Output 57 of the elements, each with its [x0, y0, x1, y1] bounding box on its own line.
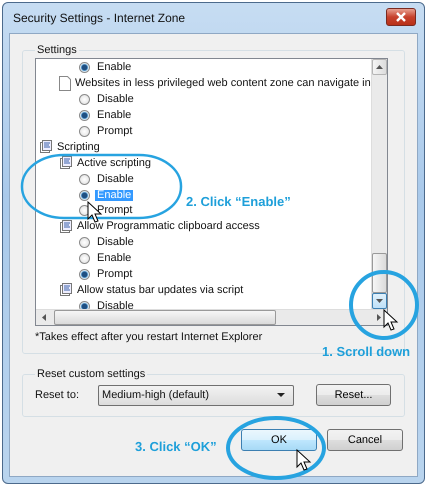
radio-button[interactable] — [79, 126, 90, 137]
scroll-down-button[interactable] — [372, 293, 387, 309]
page-icon — [59, 76, 71, 92]
reset-button[interactable]: Reset... — [316, 384, 392, 406]
radio-button[interactable] — [79, 62, 90, 74]
radio-button[interactable] — [79, 190, 90, 201]
setting-label: Websites in less privileged web content zone can navigate in — [75, 78, 371, 90]
script-icon — [59, 156, 73, 170]
option-label[interactable]: Disable — [95, 237, 136, 248]
scroll-up-button[interactable] — [372, 59, 387, 75]
level-dropdown[interactable]: Medium-high (default) — [98, 384, 294, 406]
option-label[interactable]: Enable — [95, 253, 134, 264]
script-icon — [59, 220, 73, 234]
scroll-thumb[interactable] — [54, 310, 276, 325]
option-label[interactable]: Disable — [95, 300, 136, 309]
setting-label: Allow Programmatic clipboard access — [77, 221, 260, 232]
radio-button[interactable] — [79, 253, 90, 264]
category-label[interactable]: Scripting — [57, 142, 100, 153]
reset-to-label: Reset to: — [35, 389, 80, 401]
cancel-button[interactable]: Cancel — [327, 429, 403, 451]
radio-button[interactable] — [79, 269, 90, 280]
option-label[interactable]: Disable — [95, 174, 136, 185]
horizontal-scrollbar[interactable] — [36, 309, 387, 325]
vertical-scrollbar[interactable] — [371, 59, 387, 309]
dropdown-arrow-icon — [277, 393, 286, 397]
script-icon — [59, 283, 73, 298]
step-caption: 3. Click “OK” — [135, 439, 217, 454]
option-label[interactable]: Prompt — [95, 205, 134, 216]
ok-button[interactable]: OK — [241, 429, 317, 451]
close-icon — [395, 12, 407, 22]
up-arrow-icon — [376, 65, 383, 69]
radio-button[interactable] — [79, 174, 90, 185]
option-label[interactable]: Disable — [95, 94, 136, 106]
step-caption: 1. Scroll down — [322, 344, 410, 359]
setting-label: Active scripting — [77, 158, 151, 169]
group-label: Settings — [36, 44, 78, 56]
step-caption: 2. Click “Enable” — [186, 194, 291, 209]
option-label[interactable]: Prompt — [95, 126, 134, 137]
scroll-right-icon[interactable] — [377, 314, 381, 321]
close-button[interactable] — [386, 8, 416, 26]
highlight-circle — [349, 270, 419, 340]
radio-button[interactable] — [79, 110, 90, 122]
option-label[interactable]: Enable — [95, 110, 134, 122]
script-icon — [39, 140, 53, 154]
cursor-icon — [296, 448, 312, 471]
window-title: Security Settings - Internet Zone — [12, 11, 186, 25]
radio-button[interactable] — [79, 94, 90, 106]
scroll-thumb[interactable] — [372, 253, 387, 293]
option-label[interactable]: Prompt — [95, 269, 134, 280]
group-label: Reset custom settings — [36, 368, 146, 380]
restart-note: *Takes effect after you restart Internet Explorer — [35, 330, 264, 345]
down-arrow-icon — [376, 299, 383, 303]
radio-button[interactable] — [79, 237, 90, 248]
setting-label: Allow status bar updates via script — [77, 284, 244, 296]
scroll-left-icon[interactable] — [42, 314, 46, 321]
option-label[interactable]: Enable — [95, 62, 134, 74]
radio-button[interactable] — [79, 300, 90, 309]
